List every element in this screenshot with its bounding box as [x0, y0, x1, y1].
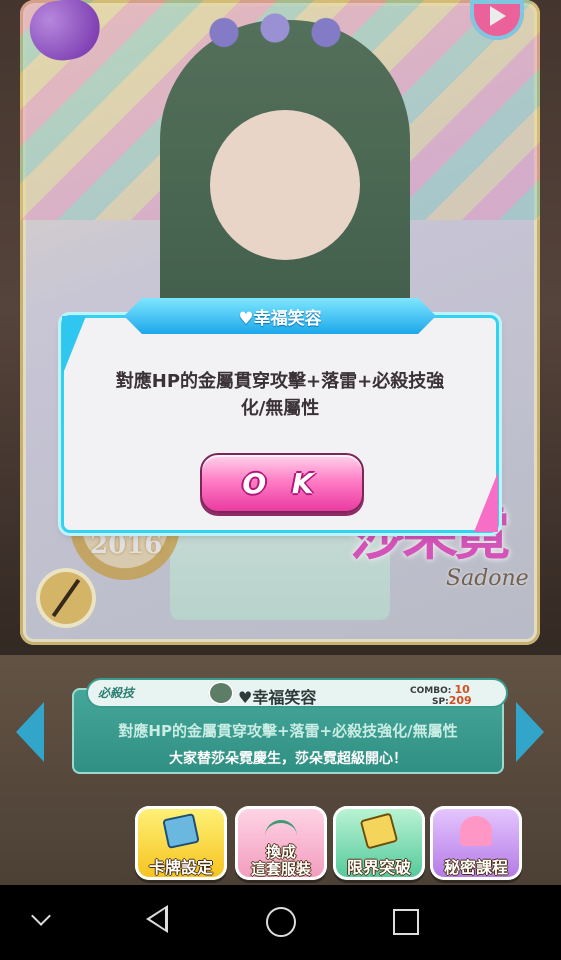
ok-button-label: O K [242, 466, 322, 500]
ok-button[interactable]: O K [200, 453, 364, 513]
previous-arrow-icon[interactable] [16, 702, 44, 762]
secret-lesson-button[interactable]: 秘密課程 [430, 806, 522, 880]
dialog-body-line: 化/無屬性 [240, 398, 320, 419]
dialog-corner-decoration [474, 472, 498, 532]
change-outfit-button[interactable]: 換成 這套服裝 [235, 806, 327, 880]
recent-square-icon[interactable] [393, 909, 419, 935]
card-icon [162, 813, 200, 849]
change-outfit-label: 換成 這套服裝 [250, 843, 311, 878]
dialog-body-line: 對應HP的金屬貫穿攻擊+落雷+必殺技強 [115, 371, 445, 392]
skill-type-tag: 必殺技 [98, 686, 135, 700]
dialog-title: ♥幸福笑容 [124, 298, 436, 334]
character-avatar-icon [208, 681, 234, 705]
limit-break-button[interactable]: 限界突破 [333, 806, 425, 880]
chevron-down-icon[interactable] [31, 906, 51, 926]
dialog-body: 對應HP的金屬貫穿攻擊+落雷+必殺技強 化/無屬性 [92, 368, 468, 422]
heart-book-icon [460, 816, 492, 846]
hanger-icon [265, 820, 297, 837]
dialog-corner-decoration [62, 316, 86, 376]
next-arrow-icon[interactable] [516, 702, 544, 762]
secret-lesson-label: 秘密課程 [443, 858, 508, 877]
skill-effect-text: 對應HP的金屬貫穿攻擊+落雷+必殺技強化/無屬性 [118, 722, 458, 740]
skill-info-dialog: ♥幸福笑容 對應HP的金屬貫穿攻擊+落雷+必殺技強 化/無屬性 O K [62, 316, 498, 532]
skill-name: ♥幸福笑容 [238, 688, 317, 707]
skill-description: 大家替莎朵霓慶生，莎朵霓超級開心！ [169, 751, 407, 767]
card-settings-button[interactable]: 卡牌設定 [135, 806, 227, 880]
home-circle-icon[interactable] [266, 907, 296, 937]
back-triangle-icon[interactable] [146, 905, 168, 933]
limit-break-label: 限界突破 [346, 858, 411, 877]
android-nav-bar [0, 885, 561, 960]
sparkle-card-icon [359, 812, 399, 850]
card-settings-label: 卡牌設定 [148, 858, 213, 877]
sp-stat: SP:209 [432, 694, 472, 707]
